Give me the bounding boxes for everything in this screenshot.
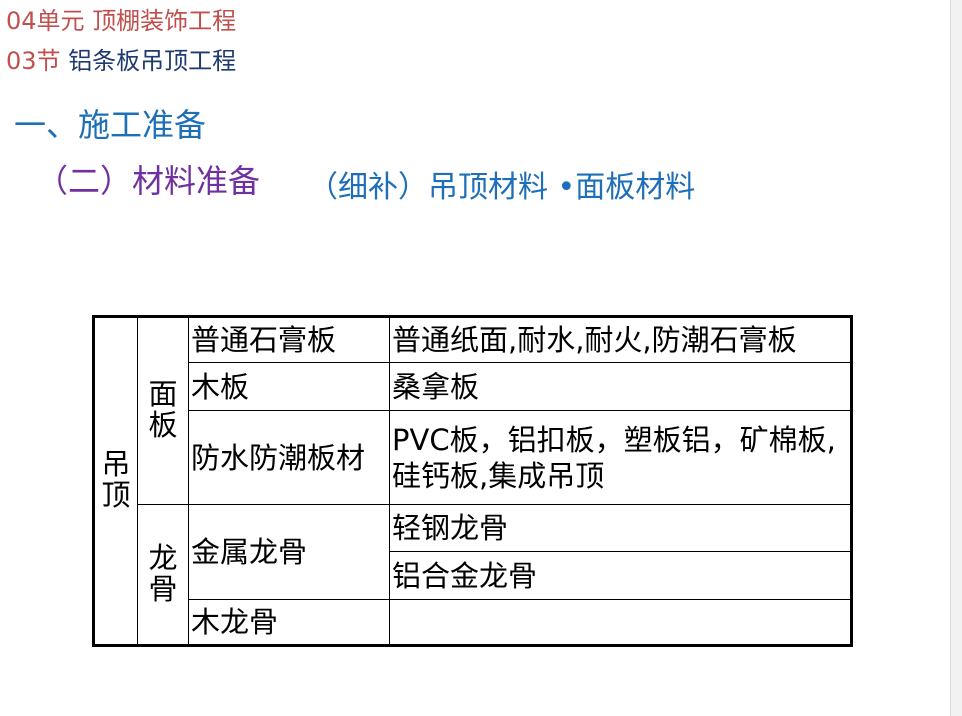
table-row: 木龙骨 [94, 599, 852, 646]
panel-group-label: 面板 [148, 377, 178, 442]
unit-title: 顶棚装饰工程 [92, 7, 237, 35]
material-desc: 轻钢龙骨 [389, 504, 852, 552]
material-desc [389, 599, 852, 646]
material-name: 木板 [188, 362, 390, 411]
material-name: 木龙骨 [188, 599, 390, 646]
material-desc: 桑拿板 [389, 362, 852, 411]
table-row: 吊顶 面板 普通石膏板 普通纸面,耐水,耐火,防潮石膏板 [93, 316, 852, 646]
heading-construction-prep: 一、施工准备 [14, 106, 207, 144]
unit-number: 04单元 [6, 7, 85, 35]
material-desc: PVC板，铝扣板，塑板铝，矿棉板,硅钙板,集成吊顶 [389, 410, 852, 505]
heading-panel-materials: （细补）吊顶材料 •面板材料 [308, 170, 696, 205]
section-header: 03节 铝条板吊顶工程 [6, 46, 236, 76]
material-desc: 铝合金龙骨 [389, 551, 852, 600]
main-category-label: 吊顶 [101, 447, 131, 512]
material-name: 金属龙骨 [188, 504, 390, 600]
material-name: 普通石膏板 [188, 316, 390, 363]
material-desc: 普通纸面,耐水,耐火,防潮石膏板 [389, 316, 852, 363]
section-title: 铝条板吊顶工程 [68, 47, 237, 75]
heading-material-prep: （二）材料准备 [36, 162, 261, 200]
table-row: 龙骨 金属龙骨 轻钢龙骨 [94, 504, 852, 646]
materials-table: 吊顶 面板 普通石膏板 普通纸面,耐水,耐火,防潮石膏板 木板 桑拿板 防水防潮… [92, 315, 853, 647]
main-category-cell: 吊顶 [93, 316, 138, 646]
keel-group-cell: 龙骨 [137, 504, 189, 646]
right-scroll-edge [950, 0, 962, 716]
panel-group-cell: 面板 [137, 316, 189, 505]
material-name: 防水防潮板材 [188, 410, 390, 505]
keel-group-label: 龙骨 [148, 540, 178, 606]
table-row: 木板 桑拿板 [94, 362, 852, 411]
section-number: 03节 [6, 47, 61, 75]
table-row: 防水防潮板材 PVC板，铝扣板，塑板铝，矿棉板,硅钙板,集成吊顶 [94, 410, 852, 505]
unit-header: 04单元 顶棚装饰工程 [6, 6, 236, 36]
